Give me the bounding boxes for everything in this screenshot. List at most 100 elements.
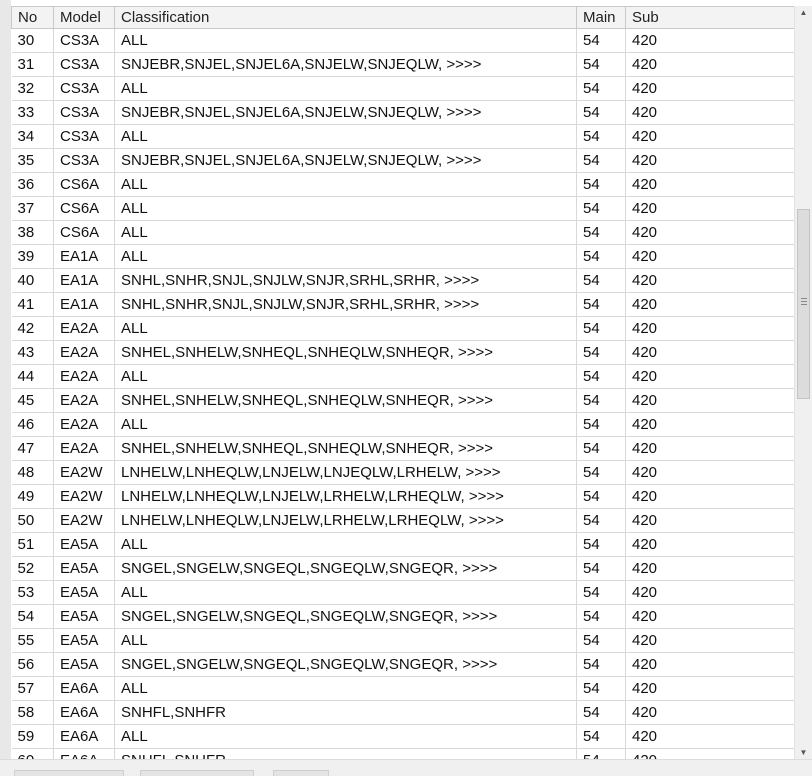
cell-no[interactable]: 32 [11,76,54,101]
table-row[interactable]: 57 EA6A ALL 54 420 [11,676,796,701]
cell-classification[interactable]: SNJEBR,SNJEL,SNJEL6A,SNJELW,SNJEQLW, >>>… [114,52,577,77]
cell-classification[interactable]: ALL [114,580,577,605]
cell-no[interactable]: 44 [11,364,54,389]
table-row[interactable]: 54 EA5A SNGEL,SNGELW,SNGEQL,SNGEQLW,SNGEQR… [11,604,796,629]
cell-main[interactable]: 54 [576,340,626,365]
column-header-no[interactable]: No [11,6,54,29]
cell-no[interactable]: 35 [11,148,54,173]
cell-classification[interactable]: SNHL,SNHR,SNJL,SNJLW,SNJR,SRHL,SRHR, >>>… [114,292,577,317]
cell-model[interactable]: CS3A [53,28,115,53]
table-row[interactable]: 38 CS6A ALL 54 420 [11,220,796,245]
cell-model[interactable]: EA5A [53,580,115,605]
table-row[interactable]: 45 EA2A SNHEL,SNHELW,SNHEQL,SNHEQLW,SNHEQR… [11,388,796,413]
cell-no[interactable]: 39 [11,244,54,269]
cell-main[interactable]: 54 [576,436,626,461]
cell-classification[interactable]: LNHELW,LNHEQLW,LNJELW,LRHELW,LRHEQLW, >>… [114,484,577,509]
cell-no[interactable]: 47 [11,436,54,461]
cell-sub[interactable]: 420 [625,628,796,653]
cell-sub[interactable]: 420 [625,676,796,701]
cell-main[interactable]: 54 [576,724,626,749]
cell-model[interactable]: EA1A [53,268,115,293]
cell-main[interactable]: 54 [576,28,626,53]
cell-main[interactable]: 54 [576,100,626,125]
cell-no[interactable]: 53 [11,580,54,605]
cell-model[interactable]: EA2A [53,364,115,389]
table-row[interactable]: 51 EA5A ALL 54 420 [11,532,796,557]
cell-classification[interactable]: ALL [114,124,577,149]
cell-main[interactable]: 54 [576,700,626,725]
cell-classification[interactable]: ALL [114,724,577,749]
cell-no[interactable]: 58 [11,700,54,725]
cell-main[interactable]: 54 [576,76,626,101]
cell-main[interactable]: 54 [576,196,626,221]
cell-model[interactable]: CS6A [53,220,115,245]
cell-model[interactable]: EA5A [53,532,115,557]
table-row[interactable]: 30 CS3A ALL 54 420 [11,28,796,53]
cell-no[interactable]: 51 [11,532,54,557]
column-header-sub[interactable]: Sub [625,6,796,29]
cell-sub[interactable]: 420 [625,436,796,461]
cell-classification[interactable]: ALL [114,244,577,269]
cell-model[interactable]: EA5A [53,604,115,629]
table-row[interactable]: 53 EA5A ALL 54 420 [11,580,796,605]
cell-no[interactable]: 30 [11,28,54,53]
cell-classification[interactable]: SNHL,SNHR,SNJL,SNJLW,SNJR,SRHL,SRHR, >>>… [114,268,577,293]
cell-model[interactable]: CS3A [53,100,115,125]
table-row[interactable]: 48 EA2W LNHELW,LNHEQLW,LNJELW,LNJEQLW,LRHE… [11,460,796,485]
cell-model[interactable]: EA6A [53,700,115,725]
cell-no[interactable]: 33 [11,100,54,125]
cell-model[interactable]: EA2W [53,508,115,533]
column-header-main[interactable]: Main [576,6,626,29]
column-header-classification[interactable]: Classification [114,6,577,29]
cell-no[interactable]: 34 [11,124,54,149]
cell-no[interactable]: 55 [11,628,54,653]
cell-sub[interactable]: 420 [625,724,796,749]
table-row[interactable]: 44 EA2A ALL 54 420 [11,364,796,389]
cell-classification[interactable]: ALL [114,196,577,221]
table-row[interactable]: 32 CS3A ALL 54 420 [11,76,796,101]
table-row[interactable]: 47 EA2A SNHEL,SNHELW,SNHEQL,SNHEQLW,SNHEQR… [11,436,796,461]
cell-model[interactable]: EA2A [53,316,115,341]
cell-no[interactable]: 40 [11,268,54,293]
cell-sub[interactable]: 420 [625,364,796,389]
table-row[interactable]: 36 CS6A ALL 54 420 [11,172,796,197]
cell-model[interactable]: EA6A [53,676,115,701]
scroll-up-icon[interactable]: ▲ [795,6,812,20]
cell-main[interactable]: 54 [576,556,626,581]
cell-classification[interactable]: SNGEL,SNGELW,SNGEQL,SNGEQLW,SNGEQR, >>>> [114,604,577,629]
cell-classification[interactable]: SNHFL,SNHFR [114,700,577,725]
cell-main[interactable]: 54 [576,412,626,437]
cell-classification[interactable]: SNGEL,SNGELW,SNGEQL,SNGEQLW,SNGEQR, >>>> [114,652,577,677]
cell-no[interactable]: 38 [11,220,54,245]
table-row[interactable]: 50 EA2W LNHELW,LNHEQLW,LNJELW,LRHELW,LRHEQ… [11,508,796,533]
cell-main[interactable]: 54 [576,532,626,557]
cell-model[interactable]: CS6A [53,172,115,197]
cell-model[interactable]: CS6A [53,196,115,221]
table-row[interactable]: 34 CS3A ALL 54 420 [11,124,796,149]
cell-no[interactable]: 43 [11,340,54,365]
cell-main[interactable]: 54 [576,676,626,701]
cell-classification[interactable]: SNHEL,SNHELW,SNHEQL,SNHEQLW,SNHEQR, >>>> [114,388,577,413]
cell-no[interactable]: 41 [11,292,54,317]
table-row[interactable]: 31 CS3A SNJEBR,SNJEL,SNJEL6A,SNJELW,SNJEQL… [11,52,796,77]
table-row[interactable]: 42 EA2A ALL 54 420 [11,316,796,341]
cell-main[interactable]: 54 [576,124,626,149]
cell-classification[interactable]: ALL [114,220,577,245]
table-row[interactable]: 35 CS3A SNJEBR,SNJEL,SNJEL6A,SNJELW,SNJEQL… [11,148,796,173]
cell-classification[interactable]: ALL [114,412,577,437]
cell-main[interactable]: 54 [576,484,626,509]
cell-classification[interactable]: SNJEBR,SNJEL,SNJEL6A,SNJELW,SNJEQLW, >>>… [114,148,577,173]
cell-main[interactable]: 54 [576,220,626,245]
cell-model[interactable]: EA5A [53,628,115,653]
vertical-scrollbar[interactable]: ▲ ▼ [794,6,812,760]
cell-classification[interactable]: SNHEL,SNHELW,SNHEQL,SNHEQLW,SNHEQR, >>>> [114,436,577,461]
table-row[interactable]: 33 CS3A SNJEBR,SNJEL,SNJEL6A,SNJELW,SNJEQL… [11,100,796,125]
cell-main[interactable]: 54 [576,172,626,197]
data-grid[interactable]: No Model Classification Main Sub 30 CS3A A… [0,0,812,776]
cell-sub[interactable]: 420 [625,652,796,677]
cell-no[interactable]: 59 [11,724,54,749]
cell-classification[interactable]: SNHEL,SNHELW,SNHEQL,SNHEQLW,SNHEQR, >>>> [114,340,577,365]
cell-main[interactable]: 54 [576,268,626,293]
cell-sub[interactable]: 420 [625,532,796,557]
cell-model[interactable]: CS3A [53,148,115,173]
